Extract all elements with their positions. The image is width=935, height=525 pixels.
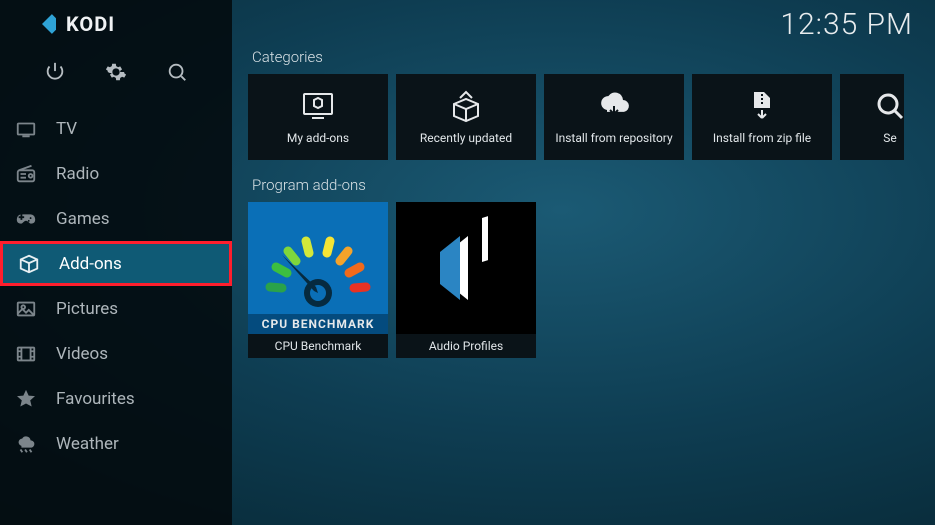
sidebar-item-label: Add-ons: [59, 254, 122, 274]
addon-thumb-caption: CPU BENCHMARK: [248, 314, 388, 334]
zip-down-icon: [744, 88, 780, 124]
gear-icon[interactable]: [104, 60, 128, 84]
sidebar-menu: TV Radio Games Add-ons Pictures Videos F…: [0, 106, 232, 466]
tv-icon: [14, 117, 38, 141]
sidebar-item-pictures[interactable]: Pictures: [0, 286, 232, 331]
addon-label: Audio Profiles: [396, 334, 536, 358]
sidebar-item-label: Radio: [56, 164, 99, 184]
tile-label: Recently updated: [414, 132, 518, 145]
search-icon[interactable]: [165, 60, 189, 84]
sidebar-item-label: Games: [56, 209, 110, 229]
search-icon: [872, 88, 904, 124]
sidebar-item-label: Videos: [56, 344, 108, 364]
power-icon[interactable]: [43, 60, 67, 84]
sidebar-item-tv[interactable]: TV: [0, 106, 232, 151]
film-icon: [14, 342, 38, 366]
weather-icon: [14, 432, 38, 456]
addon-thumb: [396, 202, 536, 334]
sidebar-item-weather[interactable]: Weather: [0, 421, 232, 466]
main: Categories My add-ons Recently updated I…: [248, 42, 935, 525]
addon-audio-profiles[interactable]: Audio Profiles: [396, 202, 536, 358]
tile-label: Se: [877, 132, 903, 145]
tile-label: My add-ons: [281, 132, 355, 145]
sidebar-item-games[interactable]: Games: [0, 196, 232, 241]
sidebar-item-videos[interactable]: Videos: [0, 331, 232, 376]
category-my-addons[interactable]: My add-ons: [248, 74, 388, 160]
addon-cpu-benchmark[interactable]: CPU BENCHMARK CPU Benchmark: [248, 202, 388, 358]
sidebar-tools: [0, 54, 232, 94]
addons-row: CPU BENCHMARK CPU Benchmark Audio Profil…: [248, 202, 935, 358]
addon-thumb: CPU BENCHMARK: [248, 202, 388, 334]
star-icon: [14, 387, 38, 411]
category-search-cut[interactable]: Se: [840, 74, 904, 160]
categories-row: My add-ons Recently updated Install from…: [248, 74, 935, 160]
sidebar-item-favourites[interactable]: Favourites: [0, 376, 232, 421]
open-box-icon: [448, 88, 484, 124]
tile-label: Install from zip file: [707, 132, 817, 145]
sidebar-item-label: Pictures: [56, 299, 118, 319]
radio-icon: [14, 162, 38, 186]
sidebar: TV Radio Games Add-ons Pictures Videos F…: [0, 0, 232, 525]
section-title-categories: Categories: [252, 48, 935, 66]
sidebar-item-label: TV: [56, 119, 77, 139]
sidebar-item-label: Favourites: [56, 389, 135, 409]
box-screen-icon: [300, 88, 336, 124]
brand-name: KODI: [66, 12, 115, 36]
kodi-logo-icon: [28, 10, 56, 38]
sidebar-item-label: Weather: [56, 434, 119, 454]
category-install-from-zip[interactable]: Install from zip file: [692, 74, 832, 160]
clock: 12:35 PM: [780, 7, 913, 42]
gamepad-icon: [14, 207, 38, 231]
addon-label: CPU Benchmark: [248, 334, 388, 358]
picture-icon: [14, 297, 38, 321]
section-title-program-addons: Program add-ons: [252, 176, 935, 194]
category-recently-updated[interactable]: Recently updated: [396, 74, 536, 160]
box-icon: [17, 252, 41, 276]
sidebar-item-radio[interactable]: Radio: [0, 151, 232, 196]
cloud-down-icon: [596, 88, 632, 124]
category-install-from-repository[interactable]: Install from repository: [544, 74, 684, 160]
brand: KODI: [0, 0, 232, 48]
tile-label: Install from repository: [549, 132, 678, 145]
sidebar-item-add-ons[interactable]: Add-ons: [0, 241, 232, 286]
